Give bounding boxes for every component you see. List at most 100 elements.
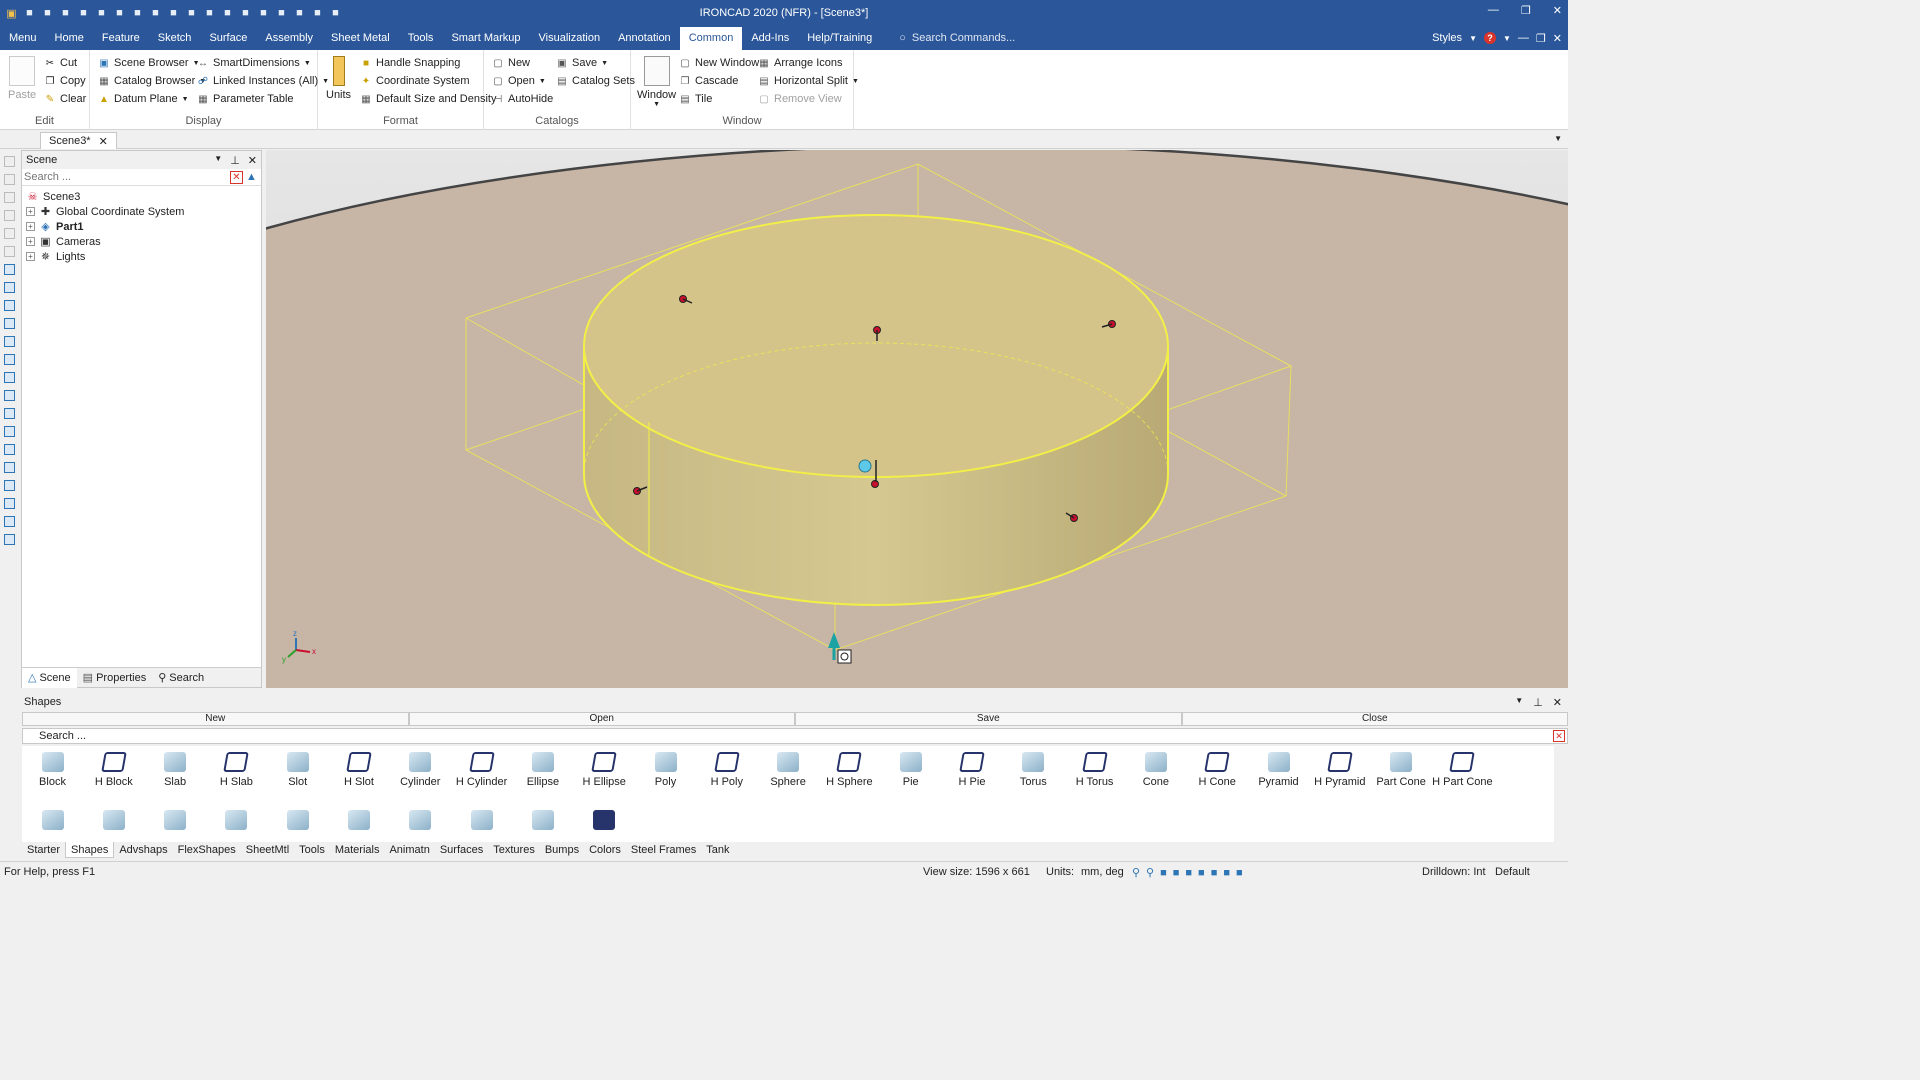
- menu-tab-help-training[interactable]: Help/Training: [798, 25, 881, 49]
- datum-plane-button[interactable]: ▲ Datum Plane ▼: [98, 91, 188, 107]
- menu-tab-common[interactable]: Common: [679, 27, 743, 51]
- more-icon[interactable]: ■: [328, 6, 343, 20]
- catalog-close-tab[interactable]: Close: [1181, 712, 1568, 726]
- scene-browser-button[interactable]: ▣ Scene Browser ▼: [98, 55, 199, 71]
- menu-tab-add-ins[interactable]: Add-Ins: [742, 25, 798, 49]
- remove-view-button[interactable]: ▢ Remove View: [758, 91, 841, 107]
- copy-icon[interactable]: ■: [184, 6, 199, 20]
- shape-block[interactable]: Block: [22, 752, 83, 788]
- window-icon[interactable]: ■: [310, 6, 325, 20]
- menu-tab-menu[interactable]: Menu: [0, 25, 46, 49]
- drilldown-selector[interactable]: Drilldown: Int: [1422, 866, 1486, 878]
- minimize-icon[interactable]: —: [1488, 4, 1499, 17]
- tab-search[interactable]: ⚲ Search: [152, 668, 210, 688]
- cascade-button[interactable]: ❐ Cascade: [679, 73, 739, 89]
- panel-menu-icon[interactable]: ▼: [214, 154, 222, 167]
- doc-restore-icon[interactable]: ❐: [1536, 32, 1546, 45]
- category-tab-tank[interactable]: Tank: [701, 842, 734, 858]
- tree-item-lights[interactable]: + ✵ Lights: [22, 249, 261, 264]
- left-tool-icon[interactable]: [4, 192, 15, 203]
- shape-torus[interactable]: Torus: [1003, 752, 1064, 788]
- save-all-icon[interactable]: ■: [148, 6, 163, 20]
- filter-icon[interactable]: ■: [274, 6, 289, 20]
- shape-item[interactable]: [451, 810, 512, 834]
- category-tab-starter[interactable]: Starter: [22, 842, 65, 858]
- cut-button[interactable]: ✂ Cut: [44, 55, 77, 71]
- shape-h-slab[interactable]: H Slab: [206, 752, 267, 788]
- left-tool-icon[interactable]: [4, 318, 15, 329]
- category-tab-bumps[interactable]: Bumps: [540, 842, 584, 858]
- category-tab-steel-frames[interactable]: Steel Frames: [626, 842, 701, 858]
- tab-scene[interactable]: △ Scene: [22, 667, 77, 688]
- globe-icon[interactable]: ■: [256, 6, 271, 20]
- default-size-density-button[interactable]: ▦ Default Size and Density: [360, 91, 496, 107]
- category-tab-colors[interactable]: Colors: [584, 842, 626, 858]
- shapes-search-placeholder[interactable]: Search ...: [39, 730, 86, 742]
- menu-tab-visualization[interactable]: Visualization: [530, 25, 610, 49]
- new-window-button[interactable]: ▢ New Window: [679, 55, 759, 71]
- new-icon[interactable]: ■: [22, 6, 37, 20]
- email-icon[interactable]: ■: [40, 6, 55, 20]
- expand-icon[interactable]: +: [26, 252, 35, 261]
- clear-search-icon[interactable]: ✕: [230, 170, 243, 184]
- pdf-icon[interactable]: ■: [58, 6, 73, 20]
- category-tab-surfaces[interactable]: Surfaces: [435, 842, 488, 858]
- menu-tab-smart-markup[interactable]: Smart Markup: [442, 25, 529, 49]
- catalog-save-button[interactable]: ▣ Save ▼: [556, 55, 608, 71]
- shape-poly[interactable]: Poly: [635, 752, 696, 788]
- linked-instances-button[interactable]: ☍ Linked Instances (All) ▼: [197, 73, 329, 89]
- status-view-tools[interactable]: ⚲⚲■■■■■■■: [1132, 866, 1249, 879]
- close-tab-icon[interactable]: ✕: [99, 135, 108, 148]
- size-handle[interactable]: [871, 480, 879, 488]
- shape-h-cone[interactable]: H Cone: [1187, 752, 1248, 788]
- anchor-handle[interactable]: [858, 459, 872, 473]
- scene-canvas[interactable]: z x y: [266, 150, 1568, 688]
- style-selector[interactable]: Default: [1495, 866, 1530, 878]
- panel-close-icon[interactable]: ✕: [1553, 696, 1562, 709]
- left-tool-icon[interactable]: [4, 408, 15, 419]
- restore-icon[interactable]: ❐: [1521, 4, 1531, 17]
- chevron-down-icon[interactable]: ▼: [1503, 34, 1511, 43]
- left-tool-icon[interactable]: [4, 246, 15, 257]
- catalog-open-tab[interactable]: Open: [408, 712, 795, 726]
- left-tool-icon[interactable]: [4, 282, 15, 293]
- doc-close-icon[interactable]: ✕: [1553, 32, 1562, 45]
- shape-item[interactable]: [22, 810, 83, 834]
- 3d-viewport[interactable]: z x y: [266, 150, 1568, 688]
- category-tab-sheetmtl[interactable]: SheetMtl: [241, 842, 294, 858]
- shape-item[interactable]: [206, 810, 267, 834]
- help-icon[interactable]: ?: [1483, 32, 1496, 44]
- doc-minimize-icon[interactable]: —: [1518, 32, 1529, 44]
- styles-dropdown[interactable]: Styles: [1432, 32, 1462, 44]
- shape-item[interactable]: [83, 810, 144, 834]
- menu-tab-sketch[interactable]: Sketch: [149, 25, 201, 49]
- left-tool-icon[interactable]: [4, 534, 15, 545]
- triball-icon[interactable]: [837, 649, 852, 664]
- panel-close-icon[interactable]: ✕: [248, 154, 257, 167]
- menu-tab-assembly[interactable]: Assembly: [256, 25, 322, 49]
- left-tool-icon[interactable]: [4, 174, 15, 185]
- command-search[interactable]: ○ Search Commands...: [899, 32, 1015, 44]
- shape-item[interactable]: [574, 810, 635, 834]
- clear-button[interactable]: ✎ Clear: [44, 91, 87, 107]
- shape-h-torus[interactable]: H Torus: [1064, 752, 1125, 788]
- shape-h-part-cone[interactable]: H Part Cone: [1432, 752, 1493, 788]
- shape-item[interactable]: [329, 810, 390, 834]
- tile-button[interactable]: ▤ Tile: [679, 91, 712, 107]
- tree-item-part1[interactable]: + ◈ Part1: [22, 219, 261, 234]
- shape-pyramid[interactable]: Pyramid: [1248, 752, 1309, 788]
- autohide-button[interactable]: ⊣ AutoHide: [492, 91, 554, 107]
- category-tab-shapes[interactable]: Shapes: [65, 842, 115, 858]
- shape-part-cone[interactable]: Part Cone: [1371, 752, 1432, 788]
- tab-properties[interactable]: ▤ Properties: [77, 668, 153, 688]
- expand-icon[interactable]: +: [26, 237, 35, 246]
- menu-tab-home[interactable]: Home: [46, 25, 93, 49]
- filter-icon[interactable]: ▲: [246, 171, 257, 183]
- tree-item-scene3[interactable]: ☠ Scene3: [22, 189, 261, 204]
- menu-tab-feature[interactable]: Feature: [93, 25, 149, 49]
- left-tool-icon[interactable]: [4, 516, 15, 527]
- tree-item-global-coordinate-system[interactable]: + ✚ Global Coordinate System: [22, 204, 261, 219]
- shape-slot[interactable]: Slot: [267, 752, 328, 788]
- shape-h-pie[interactable]: H Pie: [942, 752, 1003, 788]
- menu-tab-sheet-metal[interactable]: Sheet Metal: [322, 25, 399, 49]
